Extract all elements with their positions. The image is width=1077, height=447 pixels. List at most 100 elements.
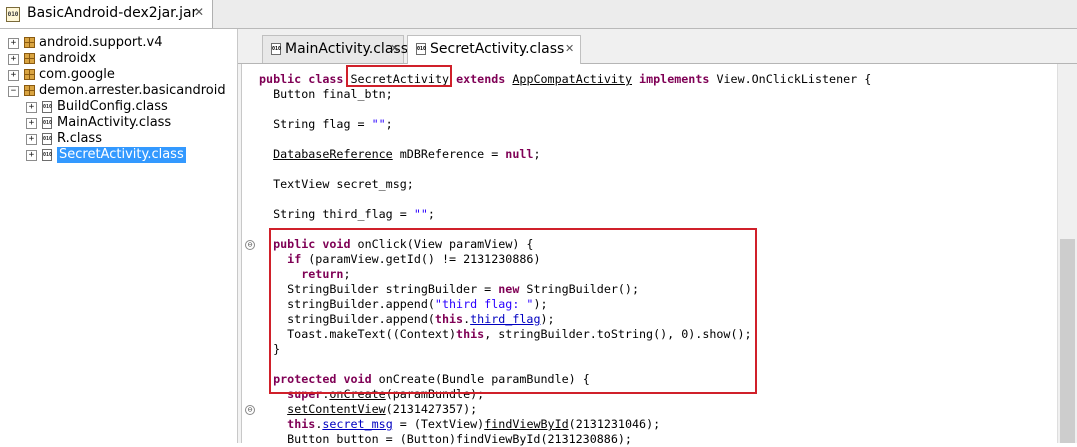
tree-item[interactable]: +010 R.class <box>0 131 236 147</box>
expand-icon[interactable]: + <box>8 38 19 49</box>
code-line: public class SecretActivity extends AppC… <box>259 72 871 87</box>
close-icon[interactable]: ✕ <box>565 42 574 55</box>
code-token: Button button = (Button)findViewById(213… <box>259 432 632 446</box>
tree-item[interactable]: +010 SecretActivity.class <box>0 147 236 163</box>
tree-item[interactable]: + androidx <box>0 51 236 67</box>
scrollbar-thumb[interactable] <box>1060 239 1075 443</box>
code-token: StringBuilder(); <box>519 282 639 296</box>
code-token: if <box>287 252 302 266</box>
jar-file-tab[interactable]: 010 BasicAndroid-dex2jar.jar ✕ <box>0 0 213 28</box>
tree-item-label: demon.arrester.basicandroid <box>39 83 226 98</box>
code-line: stringBuilder.append("third flag: "); <box>259 297 548 312</box>
code-token: , stringBuilder.toString(), 0).show(); <box>484 327 752 341</box>
tree-item-label: androidx <box>39 51 97 66</box>
class-file-icon: 010 <box>42 133 52 145</box>
top-tab-bar: 010 BasicAndroid-dex2jar.jar ✕ <box>0 0 1077 29</box>
tree-item[interactable]: +010 MainActivity.class <box>0 115 236 131</box>
tree-item[interactable]: + android.support.v4 <box>0 35 236 51</box>
code-token: } <box>259 342 281 356</box>
class-file-icon: 010 <box>271 43 281 55</box>
code-token: super <box>287 387 323 401</box>
code-token: this <box>287 417 316 431</box>
code-token: "third flag: " <box>434 297 534 311</box>
code-token: "" <box>371 117 386 131</box>
expand-icon[interactable]: + <box>8 54 19 65</box>
code-token: stringBuilder.append( <box>259 312 435 326</box>
code-token: (2131427357); <box>385 402 478 416</box>
code-token: findViewById <box>484 417 569 431</box>
code-line: public void onClick(View paramView) { <box>259 237 533 252</box>
expand-icon[interactable]: + <box>8 70 19 81</box>
code-token: ; <box>343 267 351 281</box>
expand-icon[interactable]: + <box>26 118 37 129</box>
code-token: String third_flag = <box>259 207 414 221</box>
code-token: ; <box>385 117 393 131</box>
code-editor[interactable]: ⊖ ⊖ public class SecretActivity extends … <box>241 64 1077 446</box>
expand-icon[interactable]: + <box>26 134 37 145</box>
package-icon <box>24 37 35 48</box>
code-token: DatabaseReference <box>273 147 393 161</box>
code-token: this <box>456 327 485 341</box>
close-icon[interactable]: ✕ <box>390 42 399 55</box>
tree-item[interactable]: + com.google <box>0 67 236 83</box>
tab-secret-activity[interactable]: 010 SecretActivity.class ✕ <box>407 35 581 64</box>
class-file-icon: 010 <box>416 43 426 55</box>
close-icon[interactable]: ✕ <box>194 5 204 19</box>
package-icon <box>24 85 35 96</box>
code-line: DatabaseReference mDBReference = null; <box>259 147 540 162</box>
code-token: onCreate(Bundle paramBundle) { <box>371 372 590 386</box>
editor-tab-bar: 010 MainActivity.class ✕ 010 SecretActiv… <box>238 29 1077 64</box>
code-token: secret_msg <box>322 417 393 431</box>
tree-item-label: com.google <box>39 67 115 82</box>
code-line: setContentView(2131427357); <box>259 402 477 417</box>
code-token: (paramView.getId() != 2131230886) <box>301 252 541 266</box>
code-token: SecretActivity <box>343 72 457 86</box>
tree-item[interactable]: − demon.arrester.basicandroid <box>0 83 236 99</box>
code-token: StringBuilder stringBuilder = <box>259 282 499 296</box>
code-token: null <box>505 147 534 161</box>
code-token: new <box>498 282 520 296</box>
code-token: Button final_btn; <box>259 87 393 101</box>
code-line: } <box>259 342 280 357</box>
code-line: protected void onCreate(Bundle paramBund… <box>259 372 590 387</box>
fold-toggle-icon[interactable]: ⊖ <box>245 405 255 415</box>
code-token: public <box>259 72 302 86</box>
tree-item[interactable]: +010 BuildConfig.class <box>0 99 236 115</box>
tree-item-label: SecretActivity.class <box>57 147 186 163</box>
code-token: mDBReference = <box>392 147 506 161</box>
code-line: stringBuilder.append(this.third_flag); <box>259 312 555 327</box>
package-icon <box>24 53 35 64</box>
code-token: ); <box>540 312 555 326</box>
code-token: View.OnClickListener { <box>709 72 872 86</box>
code-token: AppCompatActivity <box>512 72 632 86</box>
expand-icon[interactable]: + <box>26 102 37 113</box>
code-token: ); <box>533 297 548 311</box>
code-line: Toast.makeText((Context)this, stringBuil… <box>259 327 752 342</box>
code-token: Toast.makeText((Context) <box>259 327 457 341</box>
code-token: ; <box>427 207 435 221</box>
code-token: void <box>322 237 351 251</box>
code-line: String third_flag = ""; <box>259 207 435 222</box>
package-icon <box>24 69 35 80</box>
fold-toggle-icon[interactable]: ⊖ <box>245 240 255 250</box>
tab-main-activity[interactable]: 010 MainActivity.class ✕ <box>262 35 408 63</box>
code-line: if (paramView.getId() != 2131230886) <box>259 252 540 267</box>
expand-icon[interactable]: + <box>26 150 37 161</box>
tree-item-label: MainActivity.class <box>57 115 172 130</box>
code-token: String flag = <box>259 117 372 131</box>
collapse-icon[interactable]: − <box>8 86 19 97</box>
code-line: Button final_btn; <box>259 87 393 102</box>
vertical-scrollbar[interactable] <box>1057 64 1077 443</box>
code-token: = (TextView) <box>392 417 485 431</box>
class-file-icon: 010 <box>42 149 52 161</box>
jar-file-icon: 010 <box>6 7 20 22</box>
code-token: (paramBundle); <box>385 387 485 401</box>
code-token: return <box>301 267 344 281</box>
code-token: (2131231046); <box>568 417 661 431</box>
